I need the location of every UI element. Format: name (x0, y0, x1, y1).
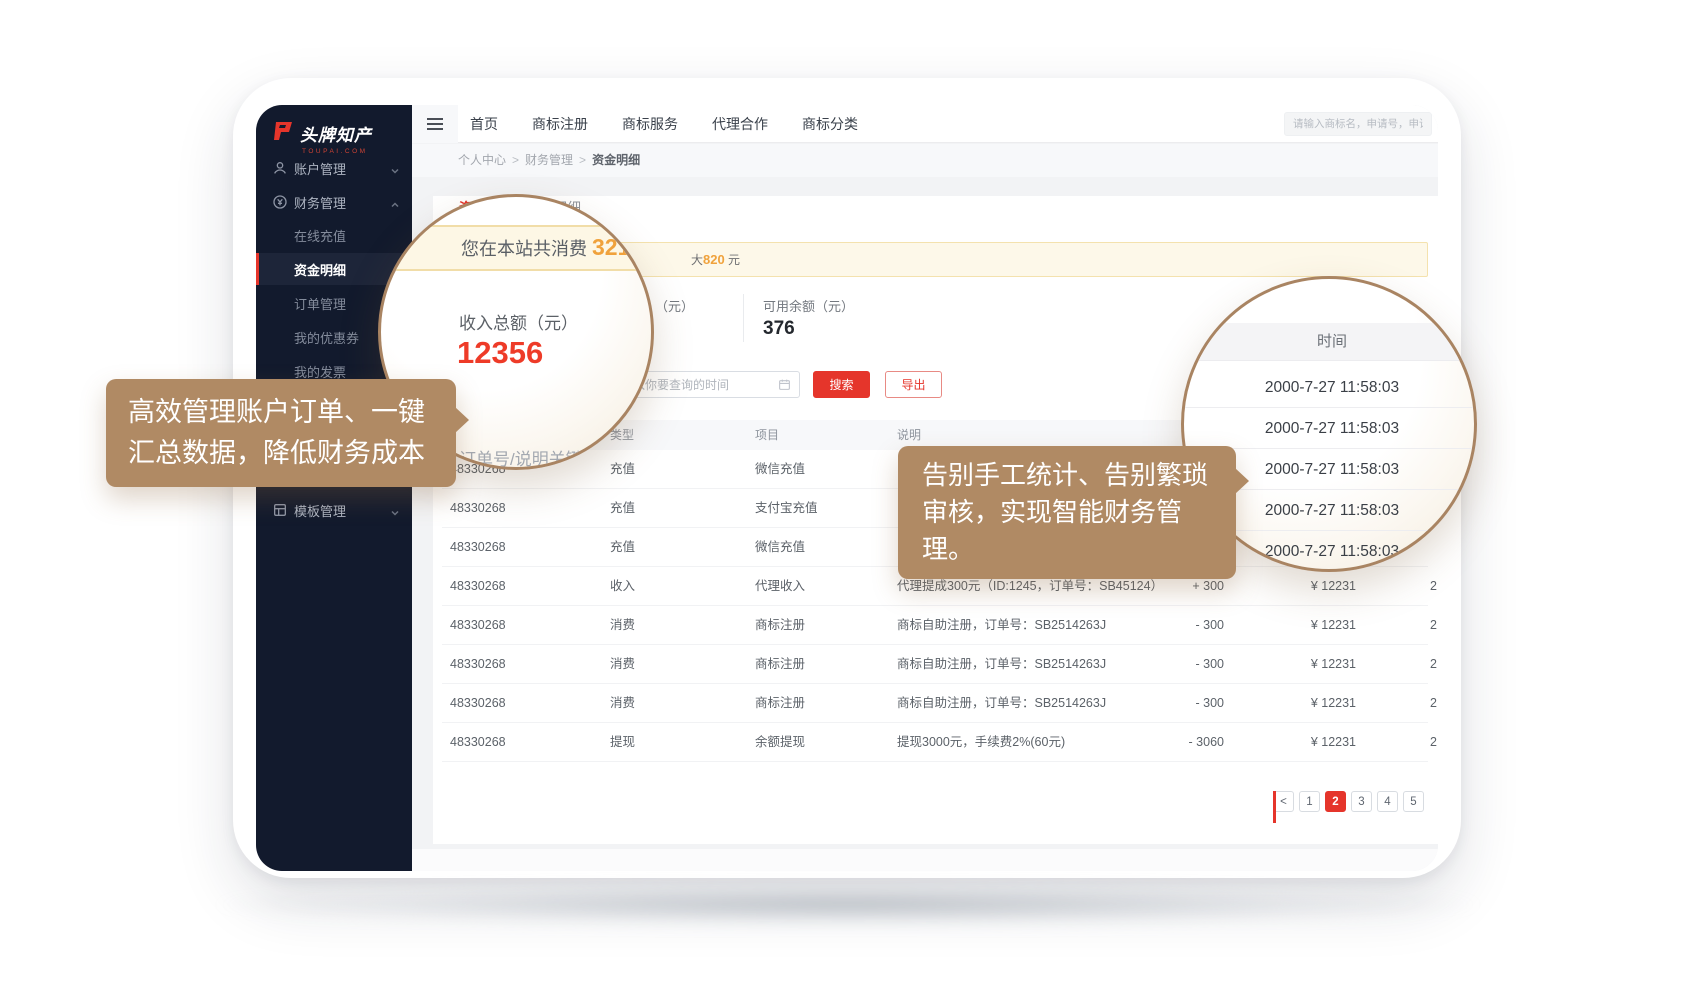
tooltip-right: 告别手工统计、告别繁琐审核，实现智能财务管理。 (898, 446, 1236, 579)
income-value: 12356 (457, 335, 543, 371)
page-button[interactable]: 2 (1325, 791, 1346, 812)
banner-mid: 大 (691, 253, 703, 267)
page-button[interactable]: 3 (1351, 791, 1372, 812)
brand-flag-icon (270, 121, 294, 146)
template-icon (272, 502, 288, 518)
balance-value: 376 (763, 318, 795, 340)
user-icon (272, 160, 288, 176)
tooltip-line: 审核，实现智能财务管 (922, 494, 1212, 531)
banner-amount: 820 (703, 252, 725, 267)
calendar-icon[interactable] (778, 378, 791, 391)
balance-label: 可用余额（元） (763, 296, 854, 315)
tooltip-line: 理。 (922, 531, 1212, 568)
table-row: 48330268 消费 商标注册 商标自助注册，订单号：SB2514263J -… (442, 606, 1428, 645)
nav-link[interactable]: 商标分类 (802, 114, 858, 134)
income-label: 收入总额（元） (459, 309, 578, 334)
magnified-order-header: 订单号/说明关键字 (459, 445, 600, 470)
topbar: 首页 商标注册 商标服务 代理合作 商标分类 (412, 105, 1438, 143)
tooltip-line: 告别手工统计、告别繁琐 (922, 457, 1212, 494)
export-button[interactable]: 导出 (885, 371, 942, 398)
chevron-up-icon (390, 197, 400, 207)
chevron-down-icon (390, 163, 400, 173)
footer-strip (412, 849, 1438, 871)
breadcrumb-current: 资金明细 (592, 153, 640, 167)
magnified-time-cell: 2000-7-27 11:58:03 (1184, 367, 1477, 408)
expense-label-partial: （元） (655, 296, 694, 315)
tooltip-line: 汇总数据，降低财务成本 (128, 433, 434, 474)
nav-link[interactable]: 首页 (470, 114, 498, 134)
pagination: <12345 (1273, 791, 1424, 812)
banner-suffix: 元 (725, 253, 740, 267)
magnified-banner: 您在本站共消费 32124 大 (395, 225, 654, 271)
top-nav: 首页 商标注册 商标服务 代理合作 商标分类 (470, 105, 858, 143)
table-row: 48330268 消费 商标注册 商标自助注册，订单号：SB2514263J -… (442, 684, 1428, 723)
page-button[interactable]: 5 (1403, 791, 1424, 812)
page-button[interactable]: 1 (1299, 791, 1320, 812)
sidebar-item-template[interactable]: 模板管理 (256, 494, 412, 526)
magnified-time-cell: 2000-7-27 11:58:03 (1184, 408, 1477, 449)
caret-down-icon (758, 420, 766, 428)
page-button[interactable]: < (1273, 791, 1294, 812)
page-button[interactable]: 4 (1377, 791, 1398, 812)
search-input[interactable] (1284, 112, 1432, 136)
brand-logo[interactable]: 头牌知产 TOUPAI.COM (270, 121, 400, 155)
stats-divider (743, 294, 744, 342)
search-button[interactable]: 搜索 (813, 371, 870, 398)
sidebar: 头牌知产 TOUPAI.COM 账户管理 财务管理 (256, 105, 412, 871)
table-row: 48330268 提现 余额提现 提现3000元，手续费2%(60元) - 30… (442, 723, 1428, 762)
tooltip-line: 高效管理账户订单、一键 (128, 392, 434, 433)
magnified-time-header: 时间 (1184, 323, 1477, 361)
nav-link[interactable]: 商标服务 (622, 114, 678, 134)
breadcrumb: 个人中心>财务管理>资金明细 (412, 144, 1438, 177)
brand-title: 头牌知产 (300, 121, 372, 146)
page: 头牌知产 TOUPAI.COM 账户管理 财务管理 (0, 0, 1696, 1002)
sidebar-subitem[interactable]: 在线充值 (256, 219, 412, 251)
finance-icon (272, 194, 288, 210)
sidebar-item-finance[interactable]: 财务管理 (256, 186, 412, 218)
table-row: 48330268 消费 商标注册 商标自助注册，订单号：SB2514263J -… (442, 645, 1428, 684)
nav-link[interactable]: 代理合作 (712, 114, 768, 134)
tooltip-left: 高效管理账户订单、一键汇总数据，降低财务成本 (106, 379, 456, 487)
chevron-down-icon (390, 505, 400, 515)
menu-icon[interactable] (412, 105, 458, 143)
magnified-amount: 32124 (592, 234, 654, 260)
sidebar-item-account[interactable]: 账户管理 (256, 152, 412, 184)
laptop-base-shadow (64, 884, 1632, 938)
nav-link[interactable]: 商标注册 (532, 114, 588, 134)
